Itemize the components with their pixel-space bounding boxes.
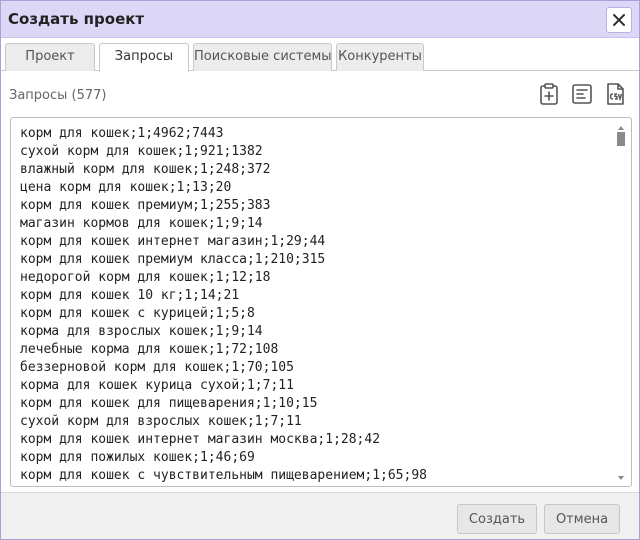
query-line: корм для кошек интернет магазин москва;1…	[20, 432, 381, 447]
queries-textarea[interactable]: корм для кошек;1;4962;7443 сухой корм для…	[10, 117, 632, 487]
close-icon	[613, 14, 625, 26]
query-line: корм для кошек;1;4962;7443	[20, 126, 224, 141]
clipboard-plus-icon	[540, 83, 558, 105]
query-line: корм для кошек интернет магазин;1;29;44	[20, 234, 326, 249]
tab-queries[interactable]: Запросы	[99, 43, 189, 72]
query-line: цена корм для кошек;1;13;20	[20, 180, 232, 195]
queries-panel: Запросы (577) корм для кошек;1;4962;7443…	[1, 71, 639, 491]
tab-competitors[interactable]: Конкуренты	[336, 43, 424, 71]
paste-queries-button[interactable]	[537, 82, 561, 106]
query-line: корма для взрослых кошек;1;9;14	[20, 324, 263, 339]
tab-project[interactable]: Проект	[5, 43, 95, 71]
list-format-icon	[572, 84, 592, 104]
query-line: влажный корм для кошек;1;248;372	[20, 162, 271, 177]
close-button[interactable]	[606, 7, 632, 33]
query-line: корм для кошек с курицей;1;5;8	[20, 306, 255, 321]
query-line: корм для кошек с чувствительным пищеваре…	[20, 468, 427, 483]
query-line: беззерновой корм для кошек;1;70;105	[20, 360, 294, 375]
query-line: лечебные корма для кошек;1;72;108	[20, 342, 279, 357]
query-line: сухой корм для кошек;1;921;1382	[20, 144, 263, 159]
query-line: недорогой корм для кошек;1;12;18	[20, 270, 271, 285]
import-csv-button[interactable]	[603, 82, 627, 106]
tab-bar: Проект Запросы Поисковые системы Конкуре…	[1, 38, 639, 72]
query-line: корм для кошек для пищеварения;1;10;15	[20, 396, 318, 411]
queries-count-label: Запросы (577)	[9, 88, 107, 103]
query-line: корм для кошек премиум;1;255;383	[20, 198, 271, 213]
cancel-button[interactable]: Отмена	[544, 504, 620, 534]
format-queries-button[interactable]	[570, 82, 594, 106]
queries-text-content: корм для кошек;1;4962;7443 сухой корм для…	[20, 125, 610, 485]
query-line: магазин кормов для кошек;1;9;14	[20, 216, 263, 231]
query-line: корм для кошек премиум класса;1;210;315	[20, 252, 326, 267]
tab-search-engines[interactable]: Поисковые системы	[193, 43, 332, 71]
query-line: корма для кошек курица сухой;1;7;11	[20, 378, 294, 393]
query-line: сухой корм для взрослых кошек;1;7;11	[20, 414, 302, 429]
scroll-up-arrow-icon[interactable]	[617, 124, 625, 132]
dialog-title: Создать проект	[8, 10, 145, 28]
query-line: корм для пожилых кошек;1;46;69	[20, 450, 255, 465]
create-project-dialog: Создать проект Проект Запросы Поисковые …	[0, 0, 640, 540]
queries-scrollbar[interactable]	[615, 122, 627, 484]
create-button[interactable]: Создать	[457, 504, 537, 534]
query-line: корм для кошек 10 кг;1;14;21	[20, 288, 240, 303]
dialog-footer: Создать Отмена	[1, 492, 639, 539]
csv-file-icon	[607, 83, 624, 105]
scroll-thumb[interactable]	[617, 132, 625, 146]
dialog-titlebar: Создать проект	[1, 1, 639, 38]
scroll-down-arrow-icon[interactable]	[617, 474, 625, 482]
